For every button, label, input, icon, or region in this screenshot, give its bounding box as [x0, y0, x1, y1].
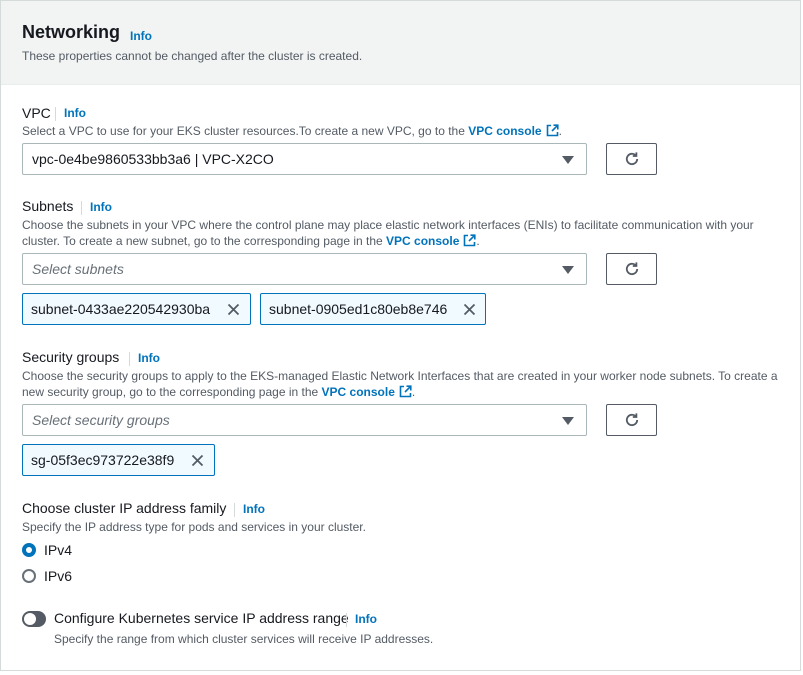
service-ip-range-toggle[interactable]: [22, 611, 46, 627]
subnets-select[interactable]: Select subnets: [22, 253, 587, 285]
close-icon[interactable]: [463, 303, 476, 316]
subnet-token: subnet-0433ae220542930ba: [22, 293, 251, 325]
vpc-refresh-button[interactable]: [606, 143, 657, 175]
panel-title: Networking: [22, 22, 121, 42]
subnets-vpc-console-link[interactable]: VPC console: [386, 234, 476, 248]
security-group-token: sg-05f3ec973722e38f9: [22, 444, 215, 476]
security-groups-desc-suffix: .: [411, 385, 416, 399]
networking-info-link[interactable]: Info: [130, 29, 152, 43]
networking-panel: Networking Info These properties cannot …: [0, 0, 801, 671]
ipv6-radio-label[interactable]: IPv6: [44, 568, 72, 584]
security-groups-label: Security groups: [22, 349, 120, 365]
service-ip-range-label[interactable]: Configure Kubernetes service IP address …: [54, 610, 349, 626]
vpc-info-link[interactable]: Info: [55, 106, 86, 121]
subnets-select-placeholder: Select subnets: [32, 261, 124, 277]
vpc-description: Select a VPC to use for your EKS cluster…: [22, 123, 784, 139]
caret-down-icon: [562, 417, 574, 425]
ipv6-radio[interactable]: [22, 569, 36, 583]
external-link-icon: [399, 385, 412, 398]
subnets-description: Choose the subnets in your VPC where the…: [22, 217, 784, 249]
security-groups-select-placeholder: Select security groups: [32, 412, 170, 428]
security-group-token-label: sg-05f3ec973722e38f9: [31, 452, 175, 468]
caret-down-icon: [562, 156, 574, 164]
subnets-desc-suffix: .: [476, 234, 480, 248]
vpc-desc-suffix: .: [558, 124, 562, 138]
ipv4-radio[interactable]: [22, 543, 36, 557]
subnet-token-label: subnet-0433ae220542930ba: [31, 301, 211, 317]
caret-down-icon: [562, 266, 574, 274]
service-ip-range-info-link[interactable]: Info: [346, 612, 377, 627]
ipv4-radio-label[interactable]: IPv4: [44, 542, 72, 558]
ip-family-label: Choose cluster IP address family: [22, 500, 227, 516]
panel-description: These properties cannot be changed after…: [22, 49, 363, 63]
security-groups-description: Choose the security groups to apply to t…: [22, 368, 784, 400]
subnets-label: Subnets: [22, 198, 74, 214]
security-groups-vpc-console-link[interactable]: VPC console: [322, 385, 412, 399]
vpc-desc-text: Select a VPC to use for your EKS cluster…: [22, 124, 469, 138]
toggle-knob: [24, 613, 36, 625]
security-groups-vpc-console-link-text: VPC console: [321, 385, 395, 399]
panel-header: Networking Info These properties cannot …: [1, 1, 800, 85]
subnets-info-link[interactable]: Info: [81, 200, 112, 215]
external-link-icon: [464, 234, 476, 247]
vpc-console-link[interactable]: VPC console: [468, 124, 559, 138]
refresh-icon: [625, 262, 639, 276]
vpc-console-link-text: VPC console: [468, 124, 542, 138]
vpc-label: VPC: [22, 105, 51, 121]
service-ip-range-description: Specify the range from which cluster ser…: [54, 632, 434, 646]
ip-family-info-link[interactable]: Info: [234, 502, 265, 517]
subnet-token: subnet-0905ed1c80eb8e746: [260, 293, 486, 325]
vpc-select-value: vpc-0e4be9860533bb3a6 | VPC-X2CO: [32, 151, 274, 167]
security-groups-info-link[interactable]: Info: [129, 351, 160, 366]
subnets-refresh-button[interactable]: [606, 253, 657, 285]
vpc-select[interactable]: vpc-0e4be9860533bb3a6 | VPC-X2CO: [22, 143, 587, 175]
subnet-token-label: subnet-0905ed1c80eb8e746: [269, 301, 448, 317]
refresh-icon: [625, 413, 639, 427]
security-groups-select[interactable]: Select security groups: [22, 404, 587, 436]
subnets-vpc-console-link-text: VPC console: [386, 234, 460, 248]
close-icon[interactable]: [191, 454, 204, 467]
security-groups-refresh-button[interactable]: [606, 404, 657, 436]
close-icon[interactable]: [227, 303, 240, 316]
ip-family-description: Specify the IP address type for pods and…: [22, 520, 366, 534]
refresh-icon: [625, 152, 639, 166]
external-link-icon: [546, 124, 559, 137]
